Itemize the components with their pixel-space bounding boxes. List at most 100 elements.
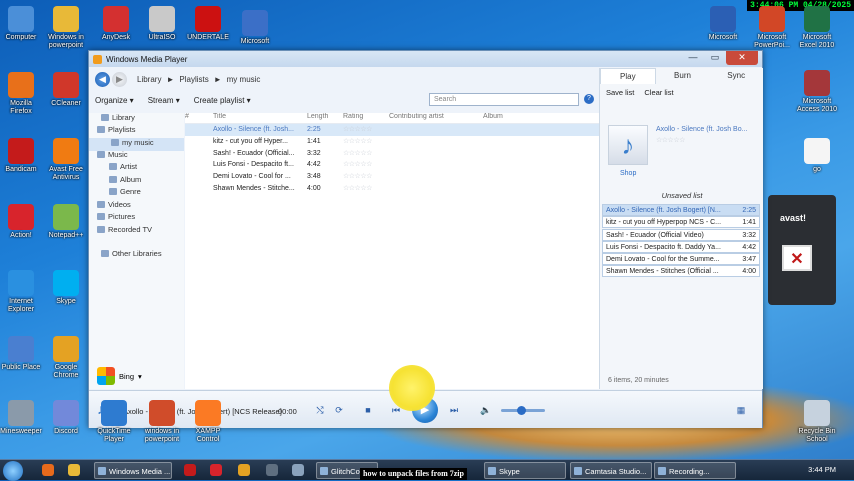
bandicam-taskbar-icon[interactable] [184, 464, 196, 476]
sidebar-item-artist[interactable]: Artist [89, 162, 184, 175]
desktop-icon-recycle-bin-school[interactable]: Recycle Bin School [795, 400, 839, 444]
help-icon[interactable]: ? [584, 94, 594, 104]
column-header[interactable]: Length [307, 113, 343, 123]
tab-play[interactable]: Play [600, 68, 656, 84]
sidebar-item-videos[interactable]: Videos [89, 200, 184, 213]
column-header[interactable]: Album [483, 113, 563, 123]
table-row[interactable]: kitz - cut you off Hyper... 1:41 ☆☆☆☆☆ [185, 136, 599, 148]
minimize-button[interactable]: — [682, 51, 704, 65]
start-button[interactable] [3, 461, 23, 481]
desktop-icon-windows-in-powerpoint[interactable]: windows in powerpoint [140, 400, 184, 444]
desktop-icon-mozilla-firefox[interactable]: Mozilla Firefox [0, 72, 43, 116]
list-item[interactable]: Sash! - Ecuador (Official Video) 3:32 [602, 228, 760, 241]
rating-stars[interactable]: ☆☆☆☆☆ [343, 171, 389, 183]
table-row[interactable]: Luis Fonsi - Despacito ft... 4:42 ☆☆☆☆☆ [185, 159, 599, 171]
sidebar-item-music[interactable]: Music [89, 150, 184, 163]
taskbar-item-wmp[interactable]: Windows Media ... [94, 462, 172, 479]
save-list-button[interactable]: Save list [606, 88, 634, 97]
rating-stars[interactable]: ☆☆☆☆☆ [343, 183, 389, 195]
desktop-icon-google-chrome[interactable]: Google Chrome [44, 336, 88, 380]
switch-to-now-playing-icon[interactable]: ▦ [734, 404, 748, 417]
next-button[interactable]: ⏭ [447, 404, 461, 417]
rating-stars[interactable]: ☆☆☆☆☆ [343, 136, 389, 148]
taskbar-item-recording[interactable]: Recording... [654, 462, 736, 479]
chrome-taskbar-icon[interactable] [238, 464, 250, 476]
desktop-icon-internet-explorer[interactable]: Internet Explorer [0, 270, 43, 314]
desktop-icon-microsoft-access-2010[interactable]: Microsoft Access 2010 [795, 70, 839, 114]
desktop-icon-go[interactable]: go [795, 138, 839, 174]
mute-icon[interactable]: 🔈 [479, 404, 493, 417]
clear-list-button[interactable]: Clear list [644, 88, 673, 97]
stop-button[interactable]: ■ [361, 404, 375, 417]
now-playing-title[interactable]: Axollo - Silence (ft. Josh Bo... [656, 126, 747, 133]
create-playlist-menu[interactable]: Create playlist ▾ [194, 96, 251, 105]
bing-search[interactable]: Bing ▾ [97, 367, 142, 385]
maximize-button[interactable]: ▭ [704, 51, 726, 65]
sidebar-item-pictures[interactable]: Pictures [89, 212, 184, 225]
desktop-icon-skype[interactable]: Skype [44, 270, 88, 306]
desktop-icon-microsoft-excel-2010[interactable]: Microsoft Excel 2010 [795, 6, 839, 50]
desktop-icon-windows-in-powerpoint[interactable]: Windows in powerpoint [44, 6, 88, 50]
stream-menu[interactable]: Stream ▾ [148, 96, 180, 105]
rating-stars[interactable]: ☆☆☆☆☆ [656, 136, 685, 144]
table-row[interactable]: Sash! - Ecuador (Official... 3:32 ☆☆☆☆☆ [185, 148, 599, 160]
sidebar-item-recorded-tv[interactable]: Recorded TV [89, 225, 184, 238]
desktop-icon-ultraiso[interactable]: UltraISO [140, 6, 184, 42]
sidebar-item-genre[interactable]: Genre [89, 187, 184, 200]
column-header[interactable]: # [185, 113, 213, 123]
tray-clock[interactable]: 3:44 PM [808, 465, 836, 474]
desktop-icon-minesweeper[interactable]: Minesweeper [0, 400, 43, 436]
desktop-icon-computer[interactable]: Computer [0, 6, 43, 42]
action-taskbar-icon[interactable] [210, 464, 222, 476]
desktop-icon-quicktime-player[interactable]: QuickTime Player [92, 400, 136, 444]
volume-slider[interactable] [501, 406, 545, 415]
desktop-icon-microsoft[interactable]: Microsoft [701, 6, 745, 42]
column-header[interactable]: Rating [343, 113, 389, 123]
breadcrumb-playlists[interactable]: Playlists [179, 75, 208, 84]
breadcrumb-library[interactable]: Library [137, 75, 161, 84]
list-item[interactable]: Luis Fonsi - Despacito ft. Daddy Ya... 4:… [602, 240, 760, 253]
forward-button[interactable]: ▶ [112, 71, 127, 87]
desktop-icon-discord[interactable]: Discord [44, 400, 88, 436]
desktop-icon-microsoft-powerpoi[interactable]: Microsoft PowerPoi... [750, 6, 794, 50]
close-button[interactable]: ✕ [726, 51, 758, 65]
rating-stars[interactable]: ☆☆☆☆☆ [343, 148, 389, 160]
search-input[interactable]: Search [429, 93, 579, 106]
shuffle-button[interactable]: ⤭ [313, 404, 327, 417]
avast-popup[interactable]: avast! ✕ [768, 195, 836, 305]
desktop-icon-action[interactable]: Action! [0, 204, 43, 240]
table-row[interactable]: Axollo - Silence (ft. Josh... 2:25 ☆☆☆☆☆ [185, 124, 599, 136]
desktop-icon-anydesk[interactable]: AnyDesk [94, 6, 138, 42]
tab-burn[interactable]: Burn [656, 68, 710, 84]
taskbar-item-skype[interactable]: Skype [484, 462, 566, 479]
app-taskbar-icon[interactable] [292, 464, 304, 476]
organize-menu[interactable]: Organize ▾ [95, 96, 134, 105]
column-header[interactable]: Contributing artist [389, 113, 483, 123]
sidebar-item-library[interactable]: Library [89, 113, 184, 126]
rating-stars[interactable]: ☆☆☆☆☆ [343, 159, 389, 171]
tab-sync[interactable]: Sync [709, 68, 763, 84]
desktop-icon-microsoft[interactable]: Microsoft [233, 10, 277, 46]
desktop-icon-xampp-control[interactable]: XAMPP Control [186, 400, 230, 444]
firefox-taskbar-icon[interactable] [42, 464, 54, 476]
shop-link[interactable]: Shop [620, 170, 636, 177]
sidebar-item-my-music[interactable]: my music [89, 138, 184, 151]
desktop-icon-public-place[interactable]: Public Place [0, 336, 43, 372]
breadcrumb-my-music[interactable]: my music [227, 75, 261, 84]
back-button[interactable]: ◀ [95, 71, 110, 87]
sidebar-item-other-libraries[interactable]: Other Libraries [89, 249, 184, 262]
rating-stars[interactable]: ☆☆☆☆☆ [343, 124, 389, 136]
explorer-taskbar-icon[interactable] [68, 464, 80, 476]
column-header[interactable]: Title [213, 113, 307, 123]
desktop-icon-bandicam[interactable]: Bandicam [0, 138, 43, 174]
desktop-icon-ccleaner[interactable]: CCleaner [44, 72, 88, 108]
list-item[interactable]: Shawn Mendes - Stitches (Official ... 4:0… [602, 265, 760, 278]
taskbar-item-camtasia[interactable]: Camtasia Studio... [570, 462, 652, 479]
desktop-icon-undertale[interactable]: UNDERTALE [186, 6, 230, 42]
sidebar-item-album[interactable]: Album [89, 175, 184, 188]
app-taskbar-icon[interactable] [266, 464, 278, 476]
list-item[interactable]: kitz - cut you off Hyperpop NCS - C... 1:… [602, 216, 760, 229]
table-row[interactable]: Demi Lovato - Cool for ... 3:48 ☆☆☆☆☆ [185, 171, 599, 183]
list-item[interactable]: Axollo - Silence (ft. Josh Bogert) [N...… [602, 204, 760, 216]
title-bar[interactable]: Windows Media Player [89, 51, 762, 67]
